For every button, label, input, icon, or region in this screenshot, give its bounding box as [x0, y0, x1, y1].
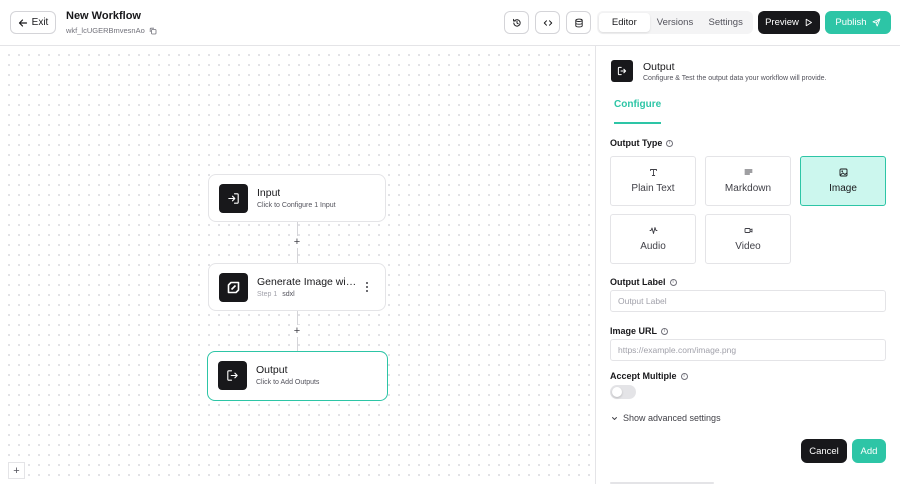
input-icon [228, 193, 239, 204]
accept-multiple-toggle[interactable] [610, 385, 636, 399]
node-step: Step 1 [257, 291, 278, 298]
input-node-icon-box [219, 184, 248, 213]
output-label-label-text: Output Label [610, 277, 666, 287]
chevron-down-icon [612, 416, 617, 420]
history-button[interactable] [504, 11, 529, 34]
model-node-icon-box [219, 273, 248, 302]
preview-button[interactable]: Preview [758, 11, 820, 34]
text-icon [649, 169, 657, 176]
node-subtitle: Click to Add Outputs [256, 379, 320, 386]
database-button[interactable] [566, 11, 591, 34]
node-generate-image[interactable]: Generate Image wit... Step 1 sdxl [208, 263, 386, 311]
exit-button[interactable]: Exit [10, 11, 56, 34]
output-type-label: Output Type i [610, 138, 674, 148]
type-plain-text[interactable]: Plain Text [610, 156, 696, 206]
database-icon [574, 18, 583, 27]
more-options-icon[interactable] [363, 280, 371, 294]
zoom-in-button[interactable]: + [8, 462, 25, 479]
video-icon [744, 228, 752, 233]
panel-description: Configure & Test the output data your wo… [643, 75, 827, 82]
toggle-knob [612, 387, 622, 397]
model-logo-icon [227, 281, 240, 294]
accept-multiple-label: Accept Multiple i [610, 371, 688, 381]
info-icon[interactable]: i [666, 139, 674, 147]
node-title: Generate Image wit... [257, 276, 357, 288]
image-icon [839, 168, 847, 177]
view-tabs: Editor Versions Settings [597, 11, 753, 34]
info-icon[interactable]: i [669, 278, 677, 286]
type-label: Plain Text [631, 183, 675, 194]
add-button[interactable]: Add [852, 439, 886, 463]
info-icon[interactable]: i [680, 372, 688, 380]
node-model: sdxl [282, 291, 295, 298]
node-subtitle: Step 1 sdxl [257, 291, 295, 298]
info-icon[interactable]: i [661, 327, 669, 335]
type-label: Image [829, 183, 857, 194]
type-image[interactable]: Image [800, 156, 886, 206]
tab-versions[interactable]: Versions [650, 13, 701, 32]
node-output[interactable]: Output Click to Add Outputs [207, 351, 388, 401]
publish-button[interactable]: Publish [825, 11, 891, 34]
arrow-left-icon [18, 18, 27, 27]
accept-multiple-label-text: Accept Multiple [610, 371, 677, 381]
code-button[interactable] [535, 11, 560, 34]
copy-icon[interactable] [149, 27, 157, 35]
top-bar: Exit New Workflow wkf_lcUGERBmvesnAo Edi… [0, 0, 900, 46]
node-subtitle: Click to Configure 1 Input [257, 202, 336, 209]
node-input[interactable]: Input Click to Configure 1 Input [208, 174, 386, 222]
add-step-button[interactable]: + [291, 236, 303, 248]
output-type-label-text: Output Type [610, 138, 663, 148]
add-step-button[interactable]: + [291, 325, 303, 337]
exit-label: Exit [31, 17, 49, 28]
tab-settings[interactable]: Settings [700, 13, 751, 32]
play-icon [805, 18, 812, 27]
tab-configure[interactable]: Configure [614, 99, 661, 110]
image-url-input[interactable] [610, 339, 886, 361]
output-config-panel: Output Configure & Test the output data … [596, 46, 900, 484]
type-markdown[interactable]: Markdown [705, 156, 791, 206]
publish-label: Publish [835, 17, 867, 28]
tab-underline [614, 122, 661, 124]
type-video[interactable]: Video [705, 214, 791, 264]
send-icon [872, 18, 881, 27]
output-icon [617, 66, 627, 76]
output-node-icon-box [218, 361, 247, 390]
output-label-label: Output Label i [610, 277, 677, 287]
markdown-icon [744, 169, 752, 175]
cancel-button[interactable]: Cancel [801, 439, 847, 463]
output-icon [227, 370, 238, 381]
tab-editor[interactable]: Editor [599, 13, 650, 32]
history-icon [512, 18, 521, 27]
type-label: Video [735, 241, 761, 252]
code-icon [543, 19, 552, 26]
panel-icon-box [611, 60, 633, 82]
audio-icon [649, 227, 657, 234]
image-url-label-text: Image URL [610, 326, 658, 336]
output-label-input[interactable] [610, 290, 886, 312]
advanced-settings-toggle[interactable]: Show advanced settings [611, 413, 721, 423]
workflow-title: New Workflow [66, 10, 141, 22]
panel-title: Output [643, 61, 675, 73]
type-audio[interactable]: Audio [610, 214, 696, 264]
type-label: Markdown [724, 183, 772, 194]
advanced-settings-label: Show advanced settings [623, 413, 721, 423]
image-url-label: Image URL i [610, 326, 669, 336]
workflow-id-text: wkf_lcUGERBmvesnAo [66, 26, 145, 35]
workflow-id: wkf_lcUGERBmvesnAo [66, 26, 157, 35]
preview-label: Preview [765, 17, 799, 28]
type-label: Audio [640, 241, 666, 252]
node-title: Input [257, 187, 281, 199]
node-title: Output [256, 364, 288, 376]
